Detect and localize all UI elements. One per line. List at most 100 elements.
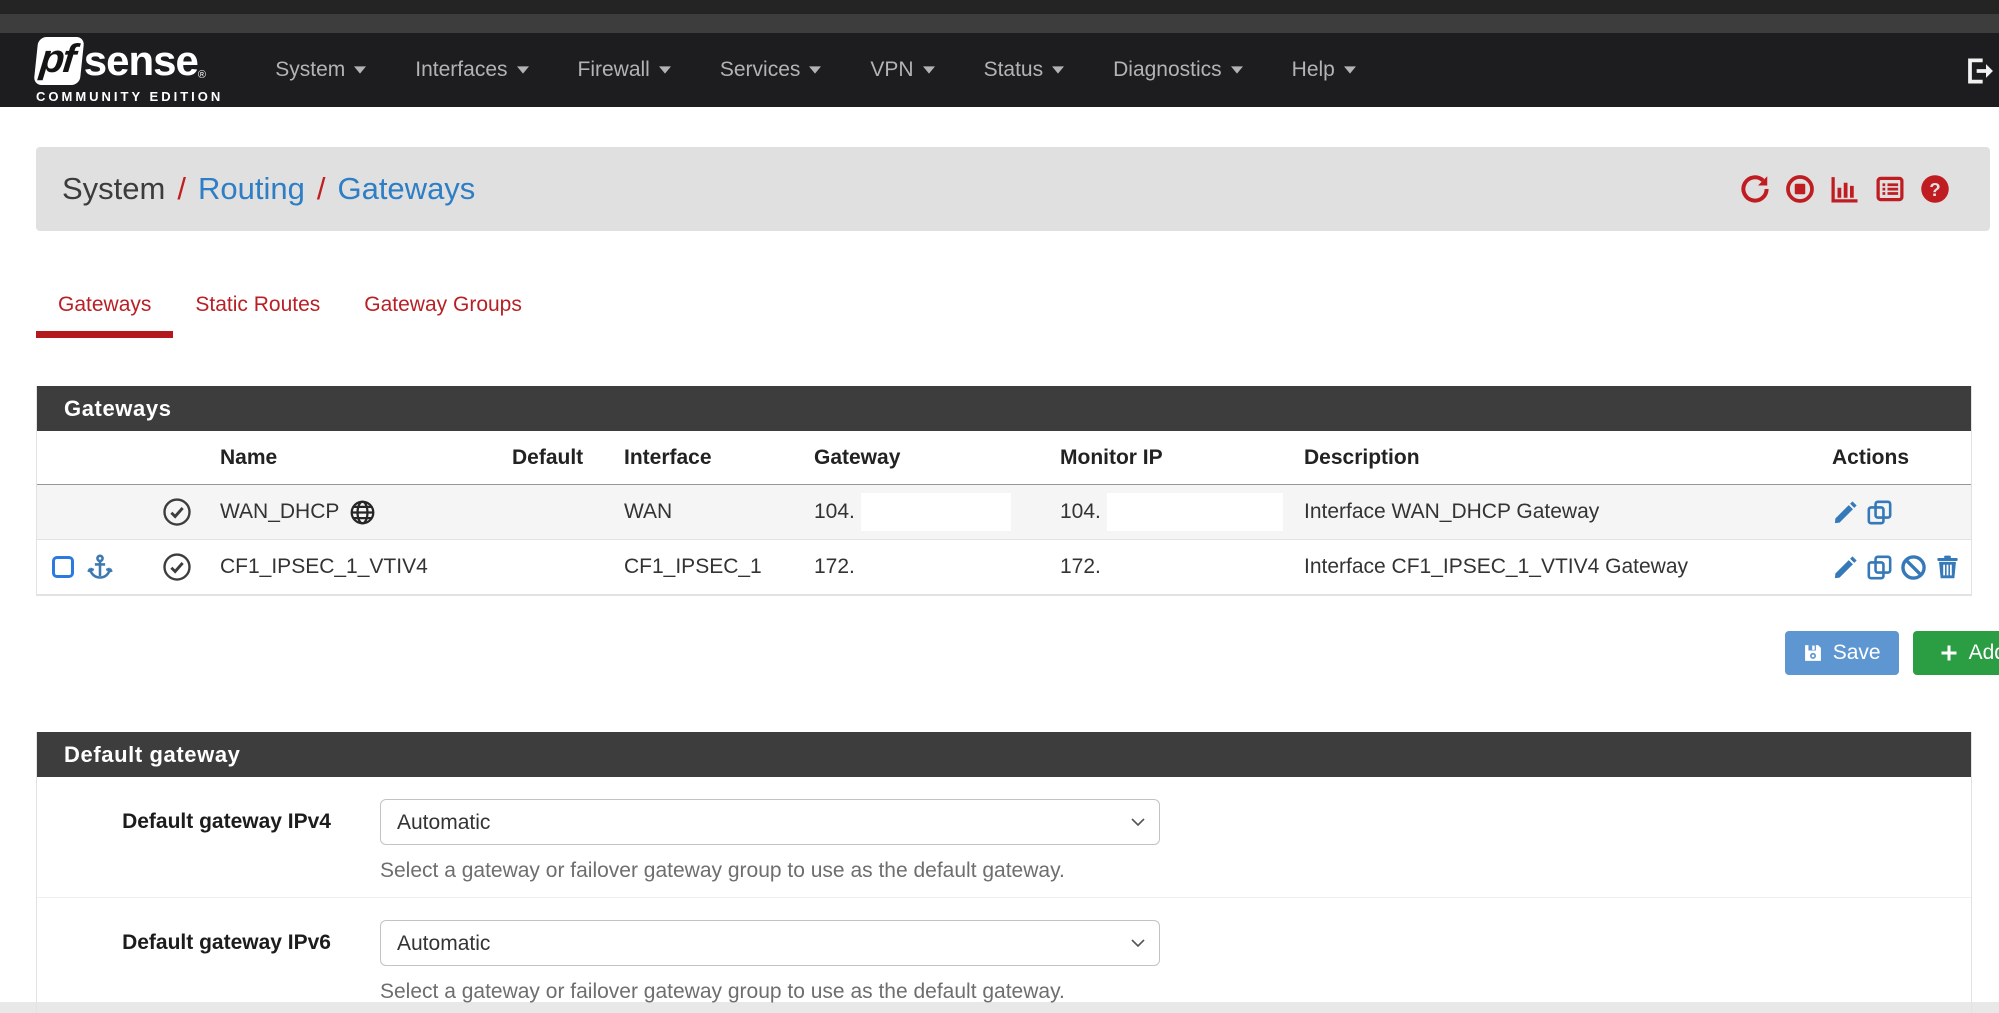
chevron-down-icon bbox=[659, 66, 671, 74]
chevron-down-icon bbox=[517, 66, 529, 74]
interface-cell: CF1_IPSEC_1 bbox=[624, 555, 814, 579]
nav-item-label: Help bbox=[1292, 58, 1335, 82]
nav-item-help[interactable]: Help bbox=[1292, 58, 1356, 82]
delete-icon[interactable] bbox=[1934, 554, 1961, 581]
edit-icon[interactable] bbox=[1832, 499, 1859, 526]
interface-cell: WAN bbox=[624, 500, 814, 524]
col-gateway: Gateway bbox=[814, 446, 1060, 470]
gateway-online-icon bbox=[162, 552, 192, 582]
default-gateway-ipv6-help: Select a gateway or failover gateway gro… bbox=[380, 980, 1160, 1004]
nav-item-label: Diagnostics bbox=[1113, 58, 1222, 82]
default-gateway-ipv4-label: Default gateway IPv4 bbox=[37, 799, 380, 883]
default-gateway-ipv6-select[interactable]: Automatic bbox=[380, 920, 1160, 966]
gateway-name: WAN_DHCP bbox=[220, 500, 339, 524]
breadcrumb-separator: / bbox=[177, 171, 186, 207]
nav-item-services[interactable]: Services bbox=[720, 58, 822, 82]
logo-pf: pf bbox=[33, 37, 84, 85]
col-actions: Actions bbox=[1824, 446, 1971, 470]
nav-menu: System Interfaces Firewall Services VPN … bbox=[275, 58, 1356, 82]
tab-gateway-groups[interactable]: Gateway Groups bbox=[342, 277, 544, 338]
default-gateway-ipv6-label: Default gateway IPv6 bbox=[37, 920, 380, 1004]
save-button[interactable]: Save bbox=[1785, 631, 1899, 675]
nav-item-label: Services bbox=[720, 58, 801, 82]
tab-gateways[interactable]: Gateways bbox=[36, 277, 173, 338]
default-gateway-ipv4-help: Select a gateway or failover gateway gro… bbox=[380, 859, 1160, 883]
gateway-name: CF1_IPSEC_1_VTIV4 bbox=[220, 555, 428, 579]
nav-item-interfaces[interactable]: Interfaces bbox=[415, 58, 528, 82]
chevron-down-icon bbox=[923, 66, 935, 74]
breadcrumb-link-gateways[interactable]: Gateways bbox=[337, 171, 475, 207]
col-interface: Interface bbox=[624, 446, 814, 470]
breadcrumb-bar: System / Routing / Gateways bbox=[36, 147, 1990, 231]
copy-icon[interactable] bbox=[1866, 554, 1893, 581]
default-gateway-panel-title: Default gateway bbox=[37, 732, 1971, 777]
nav-item-diagnostics[interactable]: Diagnostics bbox=[1113, 58, 1243, 82]
nav-item-vpn[interactable]: VPN bbox=[870, 58, 934, 82]
edit-icon[interactable] bbox=[1832, 554, 1859, 581]
disable-icon[interactable] bbox=[1900, 554, 1927, 581]
log-list-icon[interactable] bbox=[1875, 174, 1905, 204]
breadcrumb: System / Routing / Gateways bbox=[62, 171, 475, 207]
tab-static-routes[interactable]: Static Routes bbox=[173, 277, 342, 338]
col-description: Description bbox=[1304, 446, 1824, 470]
breadcrumb-root: System bbox=[62, 171, 165, 207]
logo-sense: sense bbox=[84, 40, 198, 82]
pfsense-page: pf sense ® COMMUNITY EDITION System Inte… bbox=[0, 0, 1999, 1002]
stop-circle-icon[interactable] bbox=[1785, 174, 1815, 204]
col-default: Default bbox=[512, 446, 624, 470]
monitor-ip: 172. bbox=[1060, 555, 1101, 579]
table-button-row: Save Add bbox=[36, 630, 1972, 676]
nav-item-firewall[interactable]: Firewall bbox=[578, 58, 671, 82]
copy-icon[interactable] bbox=[1866, 499, 1893, 526]
default-gateway-panel: Default gateway Default gateway IPv4 Aut… bbox=[36, 732, 1972, 1013]
description-cell: Interface CF1_IPSEC_1_VTIV4 Gateway bbox=[1304, 555, 1824, 579]
help-circle-icon[interactable]: ? bbox=[1920, 174, 1950, 204]
window-top-strip bbox=[0, 0, 1999, 14]
page-action-icons: ? bbox=[1740, 174, 1950, 204]
sign-out-icon[interactable] bbox=[1963, 55, 1997, 87]
nav-item-label: Status bbox=[984, 58, 1044, 82]
top-navbar: pf sense ® COMMUNITY EDITION System Inte… bbox=[0, 33, 1999, 107]
chevron-down-icon bbox=[1052, 66, 1064, 74]
nav-item-label: System bbox=[275, 58, 345, 82]
redaction-box bbox=[1107, 493, 1283, 531]
gateways-table-header: Name Default Interface Gateway Monitor I… bbox=[37, 431, 1971, 485]
nav-item-label: Firewall bbox=[578, 58, 650, 82]
breadcrumb-separator: / bbox=[317, 171, 326, 207]
gateways-panel-title: Gateways bbox=[37, 386, 1971, 431]
logo-registered-mark: ® bbox=[198, 70, 206, 81]
routing-tabs: Gateways Static Routes Gateway Groups bbox=[36, 277, 1999, 338]
add-button-label: Add bbox=[1969, 641, 1999, 665]
refresh-icon[interactable] bbox=[1740, 174, 1770, 204]
anchor-icon bbox=[86, 553, 114, 581]
col-name: Name bbox=[220, 446, 512, 470]
nav-item-status[interactable]: Status bbox=[984, 58, 1065, 82]
chevron-down-icon bbox=[809, 66, 821, 74]
gateway-ip: 172. bbox=[814, 555, 855, 579]
chevron-down-icon bbox=[354, 66, 366, 74]
redaction-box bbox=[861, 493, 1011, 531]
gateway-online-icon bbox=[162, 497, 192, 527]
chevron-down-icon bbox=[1344, 66, 1356, 74]
save-button-label: Save bbox=[1833, 641, 1881, 665]
nav-item-system[interactable]: System bbox=[275, 58, 366, 82]
table-row-cf1-ipsec: CF1_IPSEC_1_VTIV4 CF1_IPSEC_1 172. 172. … bbox=[37, 540, 1971, 595]
window-title-strip bbox=[0, 14, 1999, 33]
pfsense-logo[interactable]: pf sense ® COMMUNITY EDITION bbox=[36, 37, 223, 103]
breadcrumb-link-routing[interactable]: Routing bbox=[198, 171, 305, 207]
logo-edition: COMMUNITY EDITION bbox=[36, 90, 223, 103]
col-monitor-ip: Monitor IP bbox=[1060, 446, 1304, 470]
save-floppy-icon bbox=[1803, 643, 1823, 663]
table-row-wan-dhcp: WAN_DHCP WAN 104. 104. Interface WAN_DHC… bbox=[37, 485, 1971, 540]
row-checkbox[interactable] bbox=[52, 556, 74, 578]
add-button[interactable]: Add bbox=[1913, 631, 1999, 675]
bar-chart-icon[interactable] bbox=[1830, 174, 1860, 204]
gateway-ip: 104. bbox=[814, 500, 855, 524]
default-gateway-ipv4-select[interactable]: Automatic bbox=[380, 799, 1160, 845]
nav-item-label: Interfaces bbox=[415, 58, 507, 82]
gateways-panel: Gateways Name Default Interface Gateway … bbox=[36, 386, 1972, 596]
monitor-ip: 104. bbox=[1060, 500, 1101, 524]
form-row-ipv6: Default gateway IPv6 Automatic Select a … bbox=[37, 897, 1971, 1013]
form-row-ipv4: Default gateway IPv4 Automatic Select a … bbox=[37, 777, 1971, 897]
chevron-down-icon bbox=[1231, 66, 1243, 74]
